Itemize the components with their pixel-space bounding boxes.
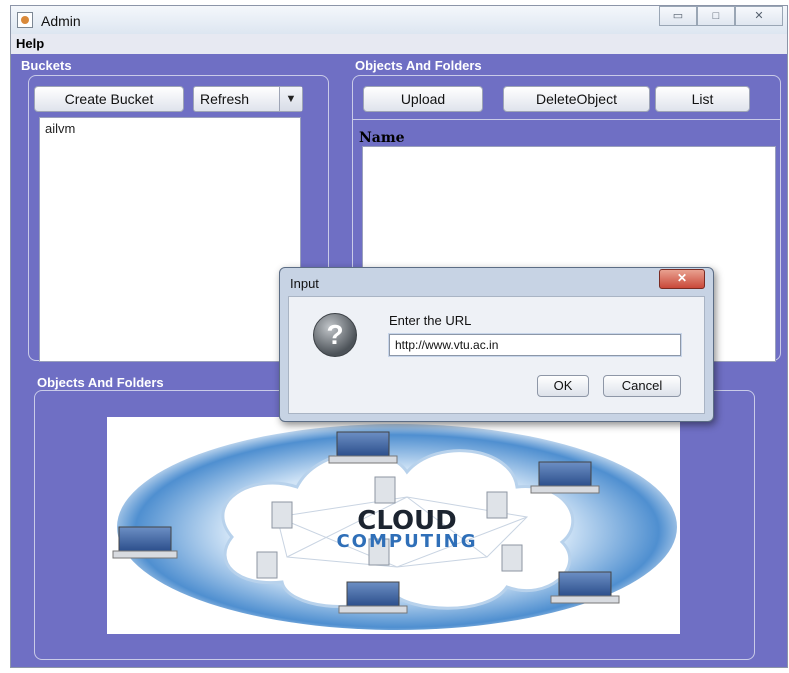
- dialog-prompt: Enter the URL: [389, 313, 472, 328]
- java-app-icon: [17, 12, 33, 28]
- question-icon: ?: [313, 313, 357, 357]
- divider: [353, 119, 780, 120]
- input-dialog: Input ✕ ? Enter the URL OK Cancel: [279, 267, 714, 422]
- create-bucket-button[interactable]: Create Bucket: [34, 86, 184, 112]
- title-bar[interactable]: Admin ▭ □ ✕: [11, 6, 787, 35]
- cancel-button[interactable]: Cancel: [603, 375, 681, 397]
- cloud-computing-image: CLOUD COMPUTING: [107, 417, 680, 634]
- close-button[interactable]: ✕: [735, 6, 783, 26]
- menu-bar: Help: [11, 34, 787, 54]
- dialog-title: Input: [290, 276, 319, 291]
- objects-folders-bottom-label: Objects And Folders: [37, 375, 164, 390]
- upload-button[interactable]: Upload: [363, 86, 483, 112]
- url-input[interactable]: [388, 333, 682, 357]
- bucket-list-item[interactable]: ailvm: [45, 121, 75, 136]
- cloud-title-line2: COMPUTING: [336, 531, 477, 552]
- refresh-combo[interactable]: Refresh ▼: [193, 86, 303, 112]
- name-column-header: Name: [359, 130, 405, 146]
- cloud-computing-graphic: CLOUD COMPUTING: [112, 424, 677, 630]
- window-title: Admin: [41, 13, 81, 29]
- buckets-label: Buckets: [21, 58, 72, 73]
- maximize-button[interactable]: □: [697, 6, 735, 26]
- dialog-body: ? Enter the URL OK Cancel: [288, 296, 705, 414]
- list-button[interactable]: List: [655, 86, 750, 112]
- bucket-list[interactable]: ailvm: [39, 117, 301, 362]
- objects-folders-label: Objects And Folders: [355, 58, 482, 73]
- chevron-down-icon[interactable]: ▼: [279, 87, 302, 111]
- dialog-close-button[interactable]: ✕: [659, 269, 705, 289]
- minimize-button[interactable]: ▭: [659, 6, 697, 26]
- menu-help[interactable]: Help: [16, 36, 44, 51]
- refresh-combo-value: Refresh: [200, 91, 250, 107]
- ok-button[interactable]: OK: [537, 375, 589, 397]
- delete-object-button[interactable]: DeleteObject: [503, 86, 650, 112]
